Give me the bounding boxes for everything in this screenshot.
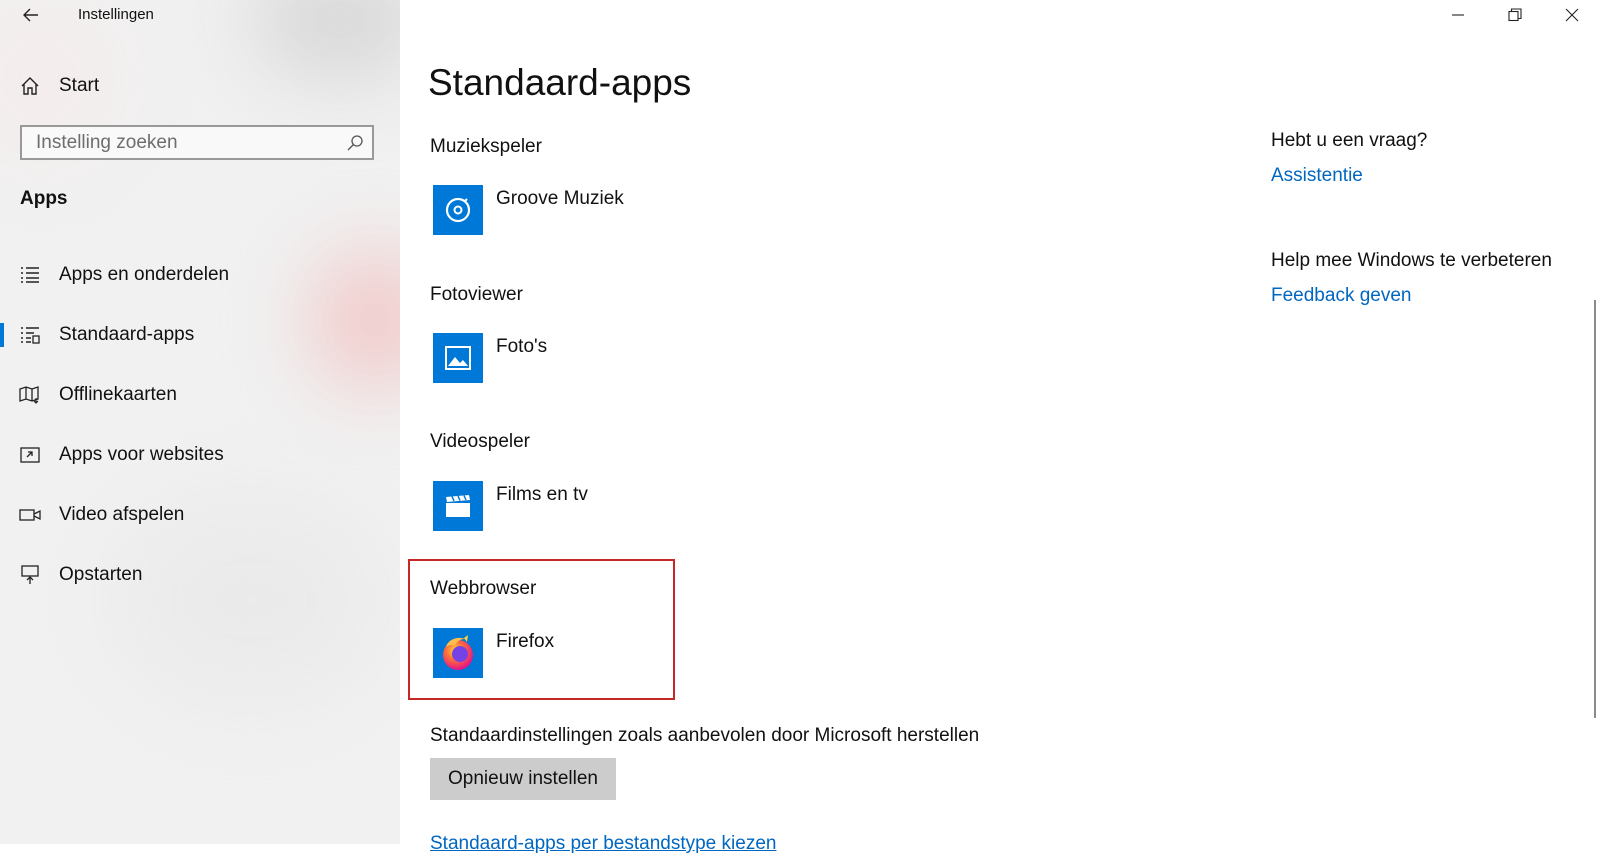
films-tv-icon [433, 481, 483, 531]
help-question: Hebt u een vraag? [1271, 130, 1428, 151]
photos-icon [433, 333, 483, 383]
sidebar-section-title: Apps [20, 188, 68, 209]
close-button[interactable] [1549, 0, 1595, 30]
sidebar-item-label: Video afspelen [59, 504, 185, 525]
category-label-photo: Fotoviewer [430, 284, 523, 305]
apps-websites-icon [19, 444, 41, 466]
app-name: Films en tv [496, 484, 588, 505]
sidebar-item-label: Offlinekaarten [59, 384, 177, 405]
feedback-link[interactable]: Feedback geven [1271, 285, 1412, 307]
default-app-browser[interactable]: Firefox [433, 628, 693, 680]
reset-description: Standaardinstellingen zoals aanbevolen d… [430, 725, 980, 746]
sidebar-item-label: Apps en onderdelen [59, 264, 230, 285]
sidebar-item-default-apps[interactable]: Standaard-apps [0, 312, 400, 358]
apps-list-icon [19, 264, 41, 286]
search-input[interactable]: Instelling zoeken [20, 125, 374, 160]
groove-music-icon [433, 185, 483, 235]
category-label-music: Muziekspeler [430, 136, 542, 157]
sidebar-item-label: Apps voor websites [59, 444, 224, 465]
default-apps-icon [19, 324, 41, 346]
minimize-button[interactable] [1435, 0, 1481, 30]
improve-windows-title: Help mee Windows te verbeteren [1271, 250, 1552, 271]
startup-icon [19, 564, 41, 586]
file-type-defaults-link[interactable]: Standaard-apps per bestandstype kiezen [430, 833, 776, 855]
sidebar-item-apps-features[interactable]: Apps en onderdelen [0, 252, 400, 298]
minimize-icon [1452, 14, 1464, 16]
sidebar: Instellingen Start Instelling zoeken App… [0, 0, 400, 844]
restore-icon [1508, 8, 1522, 22]
app-name: Firefox [496, 631, 555, 652]
back-button[interactable] [14, 2, 48, 28]
category-label-video: Videospeler [430, 431, 531, 452]
reset-button[interactable]: Opnieuw instellen [430, 758, 616, 800]
home-icon [19, 75, 41, 97]
category-label-browser: Webbrowser [430, 578, 537, 599]
sidebar-item-label: Opstarten [59, 564, 143, 585]
sidebar-item-video-playback[interactable]: Video afspelen [0, 492, 400, 538]
sidebar-item-label: Standaard-apps [59, 324, 195, 345]
default-app-video[interactable]: Films en tv [433, 481, 693, 533]
app-name: Foto's [496, 336, 548, 357]
default-app-music[interactable]: Groove Muziek [433, 185, 693, 237]
sidebar-item-apps-websites[interactable]: Apps voor websites [0, 432, 400, 478]
default-app-photo[interactable]: Foto's [433, 333, 693, 385]
sidebar-item-offline-maps[interactable]: Offlinekaarten [0, 372, 400, 418]
close-icon [1565, 8, 1579, 22]
video-icon [19, 504, 41, 526]
search-icon[interactable] [346, 134, 364, 152]
assist-link[interactable]: Assistentie [1271, 165, 1363, 187]
sidebar-item-label: Start [59, 75, 100, 96]
back-arrow-icon [23, 8, 38, 22]
window-title: Instellingen [78, 6, 154, 23]
sidebar-item-home[interactable]: Start [0, 64, 400, 108]
sidebar-item-startup[interactable]: Opstarten [0, 552, 400, 598]
search-placeholder: Instelling zoeken [36, 131, 178, 153]
app-name: Groove Muziek [496, 188, 624, 209]
page-title: Standaard-apps [428, 62, 692, 103]
restore-button[interactable] [1492, 0, 1538, 30]
scrollbar[interactable] [1594, 300, 1596, 718]
active-indicator [0, 323, 4, 347]
firefox-icon [433, 628, 483, 678]
offline-map-icon [19, 384, 41, 406]
